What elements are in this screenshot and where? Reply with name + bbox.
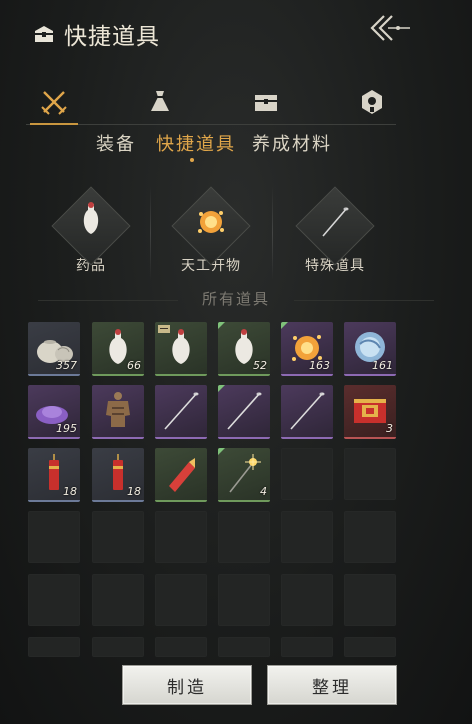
crossed-swords-icon [41,91,67,115]
double-chevron-left-icon [370,15,410,41]
item-cell[interactable]: 4 [218,448,270,502]
empty-cell [155,637,207,657]
item-cell[interactable] [218,385,270,439]
tab-quick-items[interactable]: 快捷道具 [156,130,236,156]
item-cell[interactable]: 66 [92,322,144,376]
empty-cell [344,448,396,500]
empty-cell [344,511,396,563]
needle-icon [164,392,199,430]
empty-cell [281,448,333,500]
empty-cell [344,637,396,657]
empty-cell [344,574,396,626]
item-cell[interactable]: 161 [344,322,396,376]
item-count: 18 [63,485,77,498]
empty-cell [28,574,80,626]
empty-cell [28,511,80,563]
empty-cell [281,511,333,563]
sub-tab-bar: 装备 快捷道具 养成材料 [0,130,472,162]
item-count: 52 [253,359,267,372]
tab-equipment[interactable] [30,86,78,125]
divider [150,186,151,280]
needle-icon [322,207,349,237]
firework-burst-icon [198,211,224,233]
item-cell[interactable] [155,322,207,376]
item-count: 18 [127,485,141,498]
item-count: 66 [127,359,141,372]
needle-icon [290,392,325,430]
item-count: 163 [309,359,330,372]
category-tab-bar [26,82,396,125]
tab-gem[interactable] [354,86,390,118]
armor-icon [106,392,130,427]
white-vase-icon [172,329,190,364]
item-count: 4 [260,485,267,498]
treasure-chest-icon [255,95,277,111]
empty-cell [218,637,270,657]
tab-chest[interactable] [248,86,284,118]
item-cell[interactable]: 195 [28,385,80,439]
white-vase-icon [83,202,99,234]
quick-slot-tiangong[interactable]: 163 天工开物 [156,186,266,275]
item-count: 3 [386,422,393,435]
sort-button[interactable]: 整理 [267,665,397,705]
item-cell[interactable]: 357 [28,322,80,376]
tab-pouch[interactable] [142,86,178,118]
title-bar: 快捷道具 [32,14,160,54]
item-cell[interactable] [281,385,333,439]
item-cell[interactable]: 52 [218,322,270,376]
pouch-icon [151,91,169,111]
empty-cell [218,511,270,563]
tab-gear[interactable]: 装备 [96,130,136,156]
empty-cell [155,574,207,626]
firework-rocket-icon [169,458,195,492]
item-cell[interactable]: 18 [92,448,144,502]
divider [294,300,434,301]
item-cell[interactable]: 18 [28,448,80,502]
divider [272,186,273,280]
craft-button[interactable]: 制造 [122,665,252,705]
back-button[interactable] [366,12,412,44]
item-cell[interactable]: 163 [281,322,333,376]
empty-cell [92,637,144,657]
gem-badge-icon [362,90,382,114]
item-cell[interactable] [155,448,207,502]
item-count: 161 [372,359,393,372]
empty-cell [92,511,144,563]
empty-cell [155,511,207,563]
active-tab-dot [190,158,194,162]
quick-slot-medicine[interactable]: 6 药品 [36,186,146,275]
page-title: 快捷道具 [64,24,160,50]
quick-slot-special[interactable]: 2 特殊道具 [280,186,390,275]
empty-cell [28,637,80,657]
needle-icon [227,392,262,430]
item-cell[interactable]: 3 [344,385,396,439]
item-cell[interactable] [155,385,207,439]
empty-cell [281,574,333,626]
tab-materials[interactable]: 养成材料 [252,130,332,156]
empty-cell [218,574,270,626]
item-count: 357 [56,359,77,372]
empty-cell [281,637,333,657]
chest-icon [32,23,56,45]
item-cell[interactable] [92,385,144,439]
item-count: 195 [56,422,77,435]
section-label: 所有道具 [201,290,270,308]
empty-cell [92,574,144,626]
